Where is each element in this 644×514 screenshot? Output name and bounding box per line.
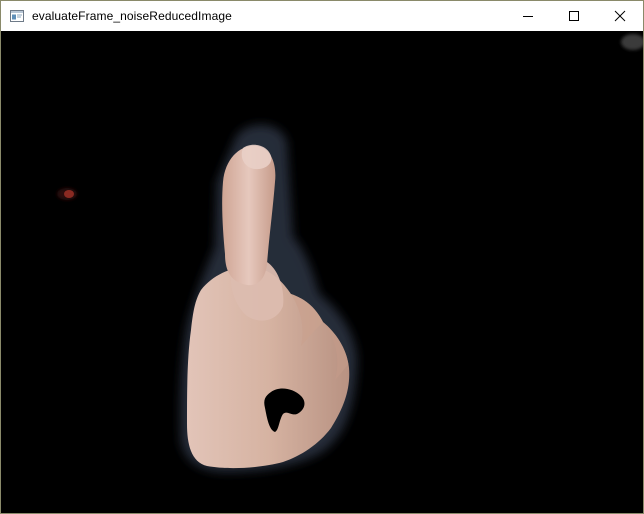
close-icon <box>614 10 626 22</box>
close-button[interactable] <box>597 1 643 31</box>
image-canvas <box>1 32 643 513</box>
title-bar[interactable]: evaluateFrame_noiseReducedImage <box>1 1 643 31</box>
minimize-button[interactable] <box>505 1 551 31</box>
noise-speck <box>57 188 77 200</box>
window-controls <box>505 1 643 31</box>
opencv-image-window: evaluateFrame_noiseReducedImage <box>0 0 644 514</box>
noise-reduced-frame <box>1 32 643 513</box>
maximize-icon <box>569 11 579 21</box>
app-window-icon <box>9 8 25 24</box>
minimize-icon <box>523 16 533 17</box>
window-title: evaluateFrame_noiseReducedImage <box>32 9 232 23</box>
maximize-button[interactable] <box>551 1 597 31</box>
